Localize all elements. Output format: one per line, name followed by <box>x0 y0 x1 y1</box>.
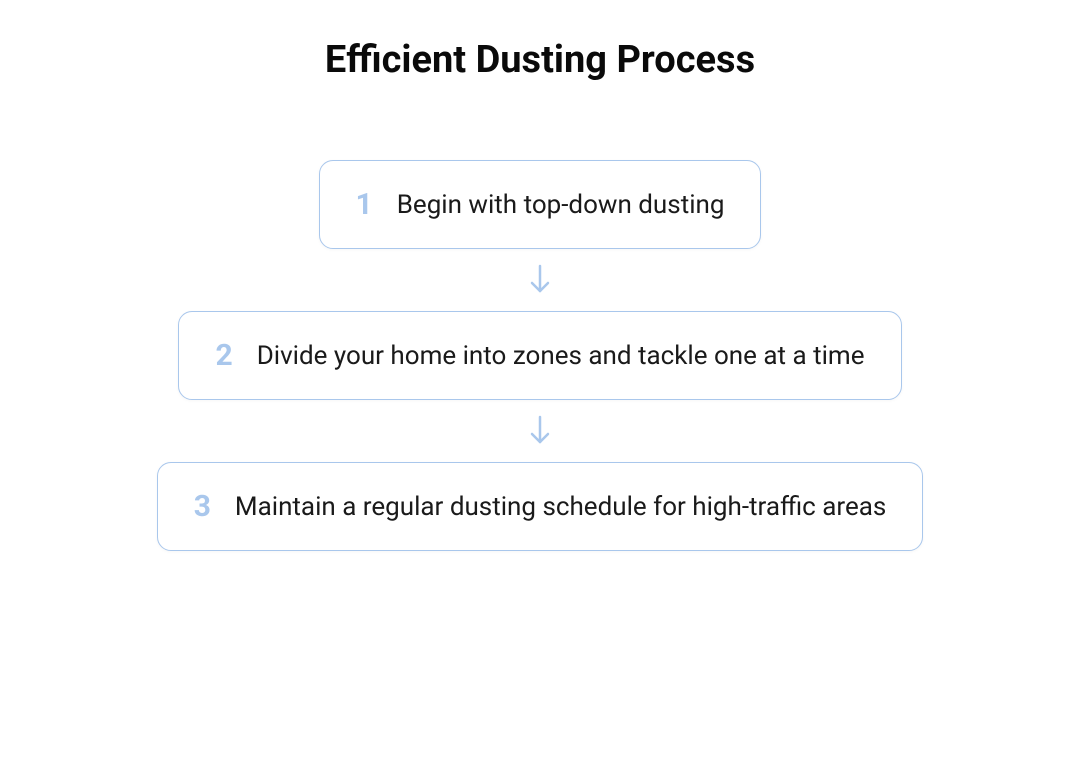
step-number: 1 <box>356 187 373 222</box>
step-box-3: 3 Maintain a regular dusting schedule fo… <box>157 462 924 551</box>
step-text: Maintain a regular dusting schedule for … <box>235 492 886 522</box>
arrow-container <box>526 249 554 311</box>
step-box-2: 2 Divide your home into zones and tackle… <box>178 311 901 400</box>
arrow-down-icon <box>526 414 554 448</box>
step-text: Divide your home into zones and tackle o… <box>257 341 865 371</box>
step-text: Begin with top-down dusting <box>397 190 725 220</box>
step-number: 3 <box>194 489 211 524</box>
step-number: 2 <box>215 338 232 373</box>
step-box-1: 1 Begin with top-down dusting <box>319 160 762 249</box>
arrow-container <box>526 400 554 462</box>
diagram-title: Efficient Dusting Process <box>325 38 755 82</box>
steps-container: 1 Begin with top-down dusting 2 Divide y… <box>157 160 924 551</box>
arrow-down-icon <box>526 263 554 297</box>
